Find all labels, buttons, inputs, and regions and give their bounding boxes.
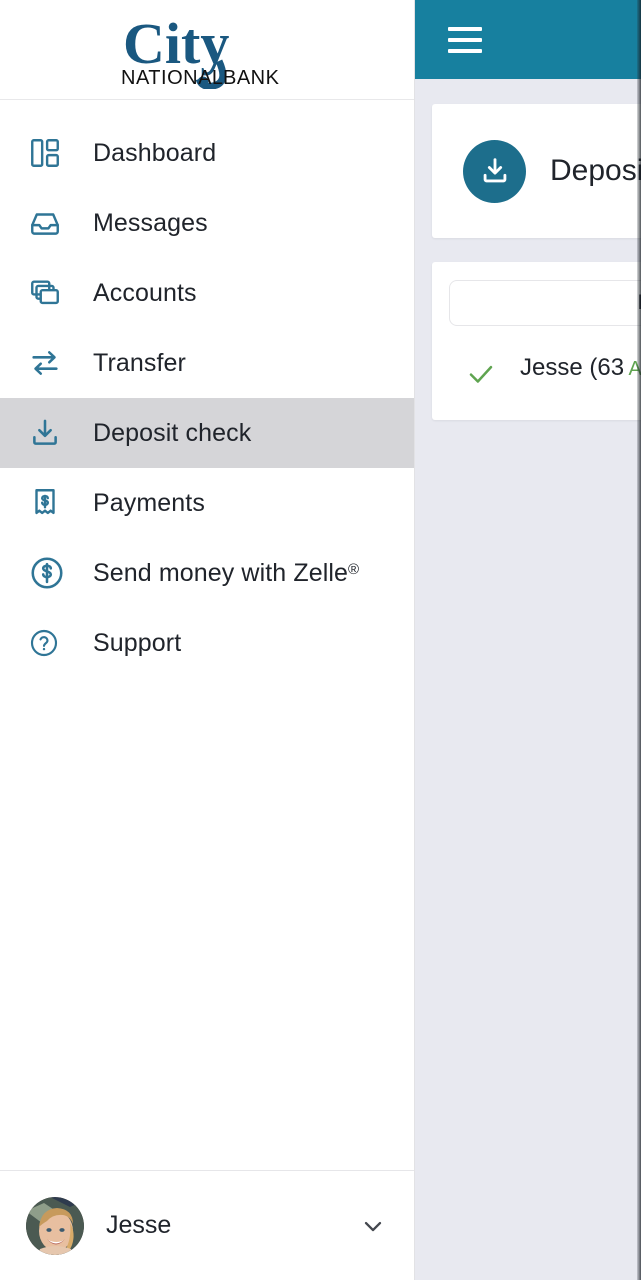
sidebar-item-deposit-check[interactable]: Deposit check xyxy=(0,398,414,468)
activity-title: Jesse (63 xyxy=(520,354,625,381)
sidebar-item-label: Deposit check xyxy=(93,418,252,447)
hamburger-menu-icon[interactable] xyxy=(448,26,482,53)
hamburger-bar xyxy=(448,26,482,31)
user-profile-menu[interactable]: Jesse xyxy=(0,1170,414,1280)
content-scroll-area: Deposit check Recent activity Jesse (63 … xyxy=(415,79,641,1280)
sidebar-item-label: Payments xyxy=(93,488,205,517)
sidebar-item-messages[interactable]: Messages xyxy=(0,188,414,258)
recent-activity-card: Recent activity Jesse (63 Accepted xyxy=(432,262,641,420)
sidebar-item-label: Messages xyxy=(93,208,208,237)
tab-recent-activity[interactable]: Recent activity xyxy=(449,280,641,326)
activity-text-block: Jesse (63 Accepted xyxy=(520,353,641,383)
app-root: City NATIONAL BANK Dashboard Messages Ac… xyxy=(0,0,641,1280)
top-app-bar xyxy=(415,0,641,79)
inbox-tray-icon xyxy=(28,206,74,240)
sidebar-item-label: Support xyxy=(93,628,182,657)
circle-dollar-icon xyxy=(28,554,74,592)
sidebar-item-label: Send money with Zelle® xyxy=(93,559,359,588)
sidebar-item-send-money-with-zelle[interactable]: Send money with Zelle® xyxy=(0,538,414,608)
receipt-dollar-icon xyxy=(28,486,74,520)
chevron-down-icon[interactable] xyxy=(358,1212,388,1240)
sidebar-item-transfer[interactable]: Transfer xyxy=(0,328,414,398)
dashboard-grid-icon xyxy=(28,136,74,170)
download-circle-icon xyxy=(463,139,526,203)
city-national-bank-logo[interactable]: City NATIONAL BANK xyxy=(107,11,307,89)
svg-text:NATIONAL: NATIONAL xyxy=(121,67,224,89)
activity-list-item[interactable]: Jesse (63 Accepted xyxy=(432,326,641,394)
sidebar-item-dashboard[interactable]: Dashboard xyxy=(0,118,414,188)
svg-text:BANK: BANK xyxy=(223,67,280,89)
sidebar-item-label: Dashboard xyxy=(93,138,217,167)
sidebar-item-support[interactable]: Support xyxy=(0,608,414,678)
hamburger-bar xyxy=(448,37,482,42)
hamburger-bar xyxy=(448,48,482,53)
green-check-icon xyxy=(466,353,496,394)
sidebar-nav: Dashboard Messages Accounts Transfer Dep… xyxy=(0,100,414,1170)
stacked-cards-icon xyxy=(28,276,74,310)
download-tray-icon xyxy=(28,416,74,450)
swap-arrows-icon xyxy=(28,346,74,380)
sidebar-item-label-text: Send money with Zelle xyxy=(93,558,349,587)
sidebar-item-label: Transfer xyxy=(93,348,186,377)
deposit-check-card[interactable]: Deposit check xyxy=(432,104,641,238)
sidebar: City NATIONAL BANK Dashboard Messages Ac… xyxy=(0,0,415,1280)
sidebar-item-payments[interactable]: Payments xyxy=(0,468,414,538)
brand-header: City NATIONAL BANK xyxy=(0,0,414,100)
status-badge: Accepted xyxy=(628,358,641,380)
question-circle-icon xyxy=(28,627,74,659)
main-content: Deposit check Recent activity Jesse (63 … xyxy=(415,0,641,1280)
avatar xyxy=(26,1196,84,1255)
sidebar-item-accounts[interactable]: Accounts xyxy=(0,258,414,328)
registered-trademark-symbol: ® xyxy=(348,560,360,578)
deposit-check-card-title: Deposit check xyxy=(550,154,641,187)
sidebar-item-label: Accounts xyxy=(93,278,197,307)
user-name: Jesse xyxy=(106,1211,172,1239)
